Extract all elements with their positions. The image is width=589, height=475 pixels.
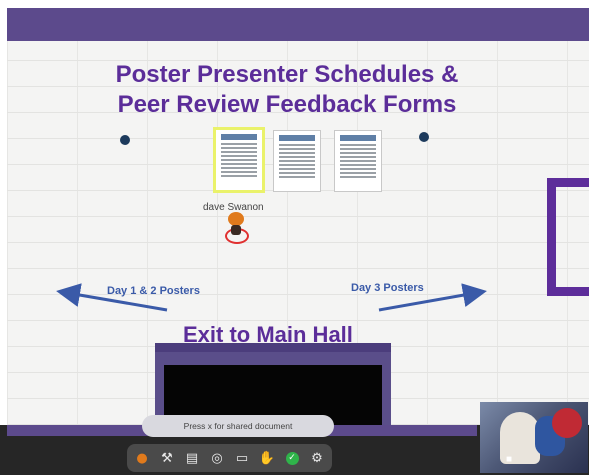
screen-share-icon[interactable]: ▭ bbox=[232, 448, 252, 468]
settings-gear-icon[interactable]: ⚙ bbox=[307, 448, 327, 468]
toolbar: ● ⚒ ▤ ◎ ▭ ✋ ✓ ⚙ bbox=[127, 444, 332, 472]
hand-raise-icon[interactable]: ✋ bbox=[257, 448, 277, 468]
map-icon[interactable]: ▤ bbox=[182, 448, 202, 468]
shared-document-tooltip: Press x for shared document bbox=[142, 415, 334, 437]
arrow-right bbox=[378, 283, 487, 312]
target-icon[interactable]: ◎ bbox=[207, 448, 227, 468]
video-feed[interactable]: ■ bbox=[480, 402, 588, 473]
day-1-2-posters-label: Day 1 & 2 Posters bbox=[107, 285, 200, 297]
build-hammer-icon[interactable]: ⚒ bbox=[157, 448, 177, 468]
day-3-posters-label: Day 3 Posters bbox=[351, 282, 424, 294]
camera-icon: ■ bbox=[506, 454, 513, 465]
status-check-icon[interactable]: ✓ bbox=[282, 448, 302, 468]
avatar-icon[interactable]: ● bbox=[132, 448, 152, 468]
video-figure-3 bbox=[552, 408, 582, 438]
door-lintel bbox=[155, 343, 391, 352]
